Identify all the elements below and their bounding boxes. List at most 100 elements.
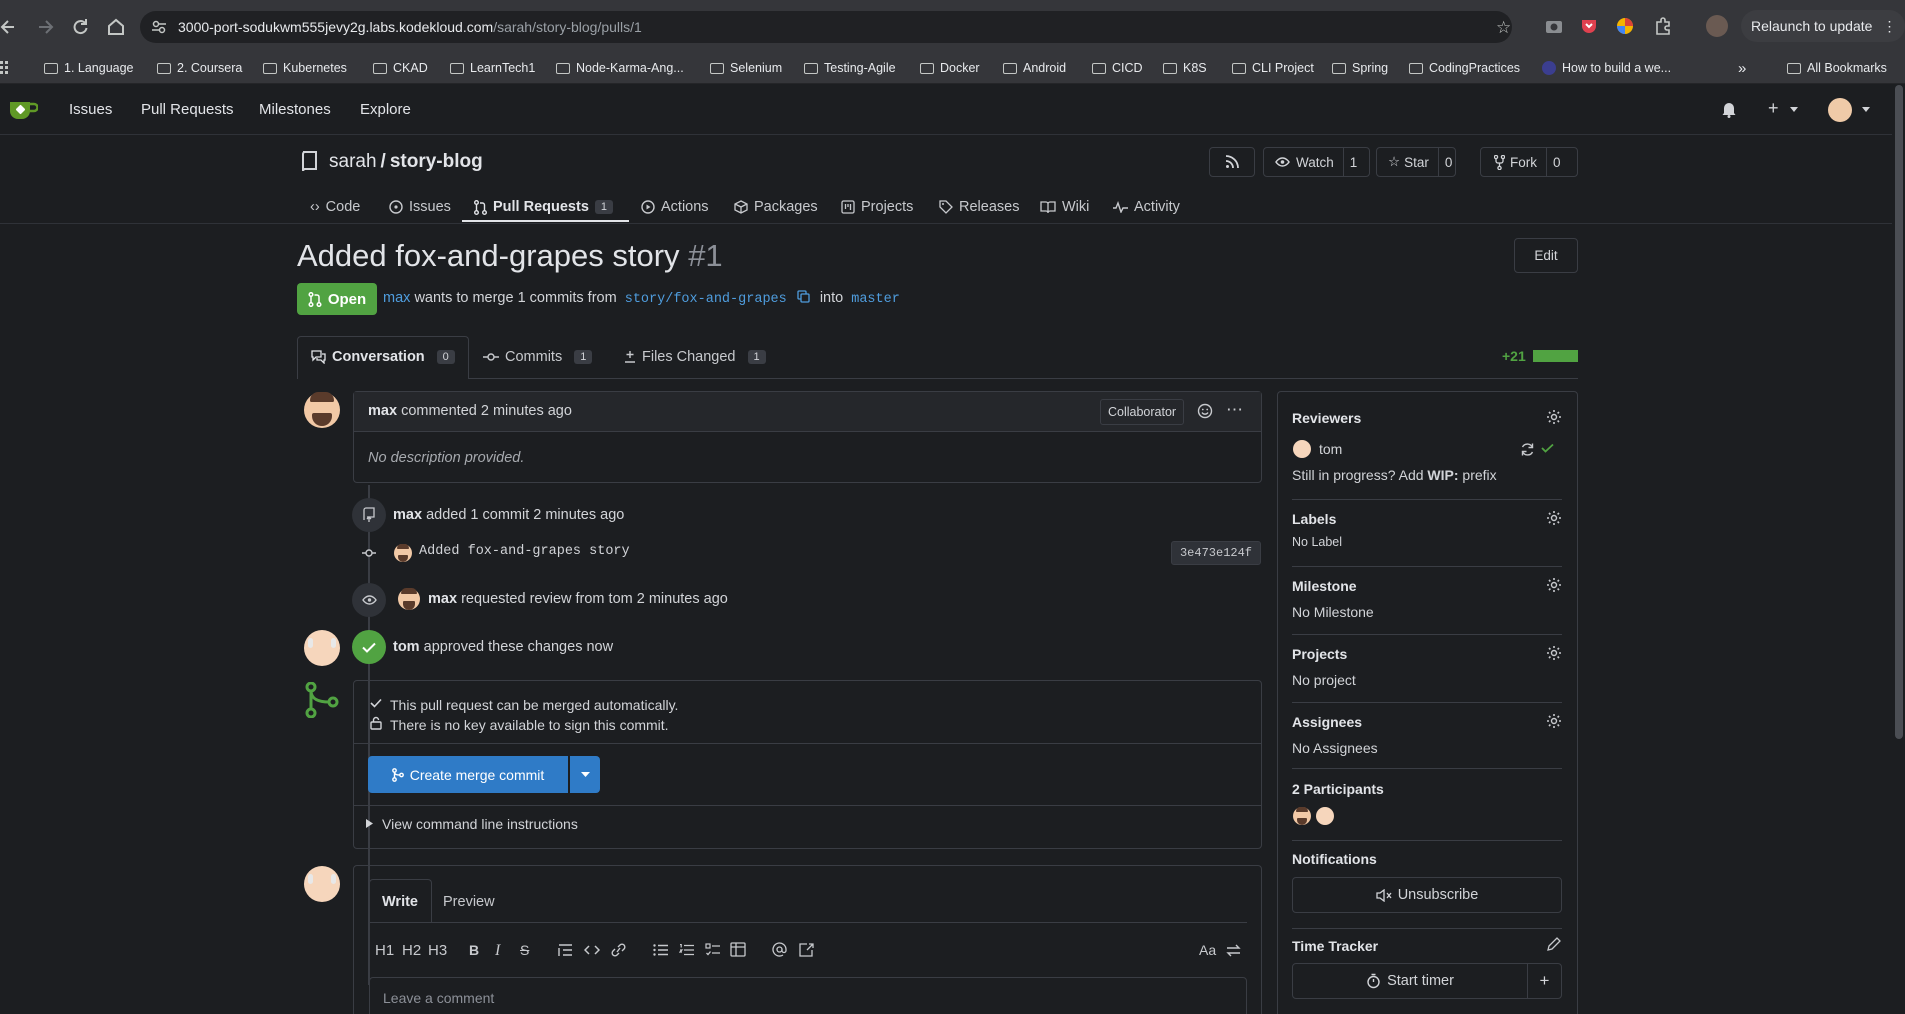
camera-extension-icon[interactable]: [1545, 18, 1563, 34]
extensions-puzzle-icon[interactable]: [1654, 17, 1672, 35]
merge-style-dropdown[interactable]: [570, 756, 600, 793]
heading-3-button[interactable]: H3: [428, 942, 447, 959]
nav-pull-requests[interactable]: Pull Requests: [141, 101, 234, 118]
italic-button[interactable]: I: [495, 942, 500, 960]
more-bookmarks-button[interactable]: »: [1738, 56, 1746, 80]
create-plus-icon[interactable]: +: [1768, 98, 1779, 119]
wip-prefix-link[interactable]: Still in progress? Add WIP: prefix: [1292, 467, 1497, 483]
rss-feed-button[interactable]: [1209, 147, 1255, 177]
tab-code[interactable]: ‹› Code: [310, 189, 360, 225]
task-list-icon[interactable]: [705, 943, 721, 957]
approval-author[interactable]: tom: [393, 639, 420, 655]
mention-icon[interactable]: [772, 942, 787, 957]
caret-down-icon[interactable]: [1790, 107, 1798, 112]
nav-issues[interactable]: Issues: [69, 101, 112, 118]
watch-button[interactable]: Watch 1: [1263, 147, 1370, 177]
bookmark-star-icon[interactable]: ☆: [1496, 18, 1511, 38]
tab-activity[interactable]: Activity: [1113, 189, 1180, 225]
tab-projects[interactable]: Projects: [841, 189, 913, 225]
tab-conversation-content[interactable]: Conversation 0: [311, 349, 455, 365]
pocket-extension-icon[interactable]: [1580, 17, 1598, 35]
bookmark-item[interactable]: K8S: [1163, 56, 1207, 80]
avatar[interactable]: [1293, 807, 1311, 825]
nav-explore[interactable]: Explore: [360, 101, 411, 118]
edit-button[interactable]: Edit: [1514, 238, 1578, 273]
heading-1-button[interactable]: H1: [375, 942, 394, 959]
page-scrollbar[interactable]: [1892, 85, 1905, 1014]
more-options-icon[interactable]: ⋯: [1226, 400, 1243, 420]
author-link[interactable]: max: [383, 290, 410, 306]
avatar[interactable]: [304, 866, 340, 902]
bookmark-item[interactable]: CKAD: [373, 56, 428, 80]
all-bookmarks[interactable]: All Bookmarks: [1787, 56, 1887, 80]
color-extension-icon[interactable]: [1616, 17, 1634, 35]
bookmark-item[interactable]: Testing-Agile: [804, 56, 896, 80]
bookmark-item[interactable]: Selenium: [710, 56, 782, 80]
repo-owner-link[interactable]: sarah: [329, 151, 377, 172]
fork-button[interactable]: Fork 0: [1480, 147, 1578, 177]
tab-packages[interactable]: Packages: [734, 189, 818, 225]
comment-author[interactable]: max: [368, 403, 397, 419]
strikethrough-button[interactable]: S: [520, 942, 529, 958]
caret-down-icon[interactable]: [1862, 107, 1870, 112]
tab-wiki[interactable]: Wiki: [1040, 189, 1089, 225]
apps-grid-icon[interactable]: [0, 60, 12, 74]
heading-2-button[interactable]: H2: [402, 942, 421, 959]
gear-icon[interactable]: [1546, 577, 1562, 593]
repo-name-link[interactable]: story-blog: [390, 151, 483, 172]
commit-event-author[interactable]: max: [393, 507, 422, 523]
reload-icon[interactable]: [70, 17, 90, 37]
unsubscribe-button[interactable]: Unsubscribe: [1292, 877, 1562, 913]
bookmark-item[interactable]: Kubernetes: [263, 56, 347, 80]
tab-files-changed[interactable]: Files Changed 1: [624, 349, 766, 365]
bookmark-item[interactable]: 2. Coursera: [157, 56, 242, 80]
source-branch-link[interactable]: story/fox-and-grapes: [625, 292, 787, 307]
bookmark-item[interactable]: Spring: [1332, 56, 1388, 80]
pencil-icon[interactable]: [1546, 937, 1562, 953]
nav-milestones[interactable]: Milestones: [259, 101, 331, 118]
bookmark-item[interactable]: LearnTech1: [450, 56, 535, 80]
bookmark-item[interactable]: CICD: [1092, 56, 1143, 80]
copy-icon[interactable]: [797, 290, 810, 303]
avatar[interactable]: [394, 544, 412, 562]
bell-icon[interactable]: [1721, 100, 1737, 118]
cross-reference-icon[interactable]: [798, 942, 814, 957]
commit-sha-link[interactable]: 3e473e124f: [1171, 541, 1261, 565]
tab-actions[interactable]: Actions: [641, 189, 709, 225]
bookmark-item[interactable]: How to build a we...: [1542, 56, 1671, 80]
bold-button[interactable]: B: [469, 942, 479, 958]
create-merge-commit-button[interactable]: Create merge commit: [368, 756, 568, 793]
bookmark-item[interactable]: Android: [1003, 56, 1066, 80]
avatar[interactable]: [1293, 440, 1311, 458]
bookmark-item[interactable]: CodingPractices: [1409, 56, 1520, 80]
tab-releases[interactable]: Releases: [939, 189, 1019, 225]
review-request-author[interactable]: max: [428, 591, 457, 607]
site-info-icon[interactable]: [151, 19, 167, 35]
start-timer-button[interactable]: Start timer: [1292, 963, 1528, 999]
gear-icon[interactable]: [1546, 713, 1562, 729]
tab-issues[interactable]: Issues: [389, 189, 451, 225]
bookmark-item[interactable]: Node-Karma-Ang...: [556, 56, 684, 80]
gear-icon[interactable]: [1546, 645, 1562, 661]
triangle-right-icon[interactable]: [366, 819, 373, 828]
avatar[interactable]: [304, 630, 340, 666]
switch-editor-icon[interactable]: [1226, 944, 1241, 957]
code-icon[interactable]: [584, 944, 600, 956]
gear-icon[interactable]: [1546, 510, 1562, 526]
user-avatar[interactable]: [1828, 98, 1852, 122]
reviewer-name[interactable]: tom: [1319, 441, 1342, 457]
avatar[interactable]: [1316, 807, 1334, 825]
star-button[interactable]: ☆ Star 0: [1376, 147, 1456, 177]
bookmark-item[interactable]: Docker: [920, 56, 980, 80]
profile-avatar[interactable]: [1706, 15, 1728, 37]
link-icon[interactable]: [611, 943, 626, 957]
relaunch-button[interactable]: Relaunch to update ⋮: [1741, 10, 1905, 42]
commit-message-link[interactable]: Added fox-and-grapes story: [419, 544, 630, 559]
preview-tab[interactable]: Preview: [443, 894, 495, 910]
bookmark-item[interactable]: 1. Language: [44, 56, 134, 80]
comment-textarea[interactable]: [369, 977, 1247, 1014]
font-toggle-button[interactable]: Aa: [1199, 942, 1216, 958]
quote-icon[interactable]: [558, 944, 573, 956]
scrollbar-thumb[interactable]: [1895, 85, 1903, 739]
target-branch-link[interactable]: master: [851, 292, 900, 307]
